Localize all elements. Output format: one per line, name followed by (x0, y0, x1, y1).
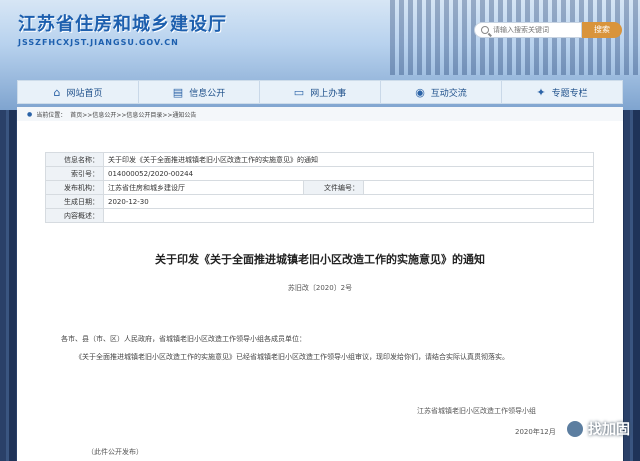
site-title[interactable]: 江苏省住房和城乡建设厅 (18, 10, 227, 36)
meta-summary-value (103, 208, 594, 223)
meta-fileno-value (363, 180, 594, 195)
document-number: 苏旧改〔2020〕2号 (287, 284, 353, 292)
document-title: 关于印发《关于全面推进城镇老旧小区改造工作的实施意见》的通知 (155, 253, 485, 266)
nav-label: 互动交流 (430, 88, 467, 99)
search-input[interactable] (493, 26, 573, 34)
content-area: 信息名称： 关于印发《关于全面推进城镇老旧小区改造工作的实施意见》的通知 索引号… (17, 121, 623, 461)
chat-icon: ◉ (415, 85, 425, 99)
watermark-text: 找加固 (588, 422, 630, 438)
nav-label: 网站首页 (66, 88, 103, 99)
document-body: 《关于全面推进城镇老旧小区改造工作的实施意见》已经省城镇老旧小区改造工作领导小组… (75, 353, 509, 361)
meta-label: 发布机构： (45, 180, 104, 195)
document-greeting: 各市、县（市、区）人民政府，省城镇老旧小区改造工作领导小组各成员单位： (61, 335, 306, 343)
document-signature: 江苏省城镇老旧小区改造工作领导小组 (417, 407, 536, 415)
site-url: JSSZFHCXJST.JIANGSU.GOV.CN (18, 38, 179, 47)
document-icon: ▤ (172, 85, 184, 99)
site-header: 江苏省住房和城乡建设厅 JSSZFHCXJST.JIANGSU.GOV.CN 搜… (0, 0, 640, 75)
nav-label: 信息公开 (189, 88, 226, 99)
meta-label: 文件编号： (303, 180, 364, 195)
nav-item-home[interactable]: ⌂ 网站首页 (18, 81, 139, 103)
meta-index-value: 014000052/2020-00244 (103, 166, 594, 181)
breadcrumb-prefix: 当前位置： (36, 111, 67, 119)
nav-item-topics[interactable]: ✦ 专题专栏 (502, 81, 622, 103)
meta-org-value: 江苏省住房和城乡建设厅 (103, 180, 304, 195)
monitor-icon: ▭ (293, 85, 305, 99)
meta-label: 信息名称： (45, 152, 104, 167)
main-nav: ⌂ 网站首页 ▤ 信息公开 ▭ 网上办事 ◉ 互动交流 ✦ 专题专栏 (17, 80, 623, 104)
breadcrumb-path[interactable]: 首页>>信息公开>>信息公开目录>>通知公告 (70, 110, 196, 119)
meta-label: 生成日期： (45, 194, 104, 209)
meta-label: 内容概述： (45, 208, 104, 223)
breadcrumb: ● 当前位置： 首页>>信息公开>>信息公开目录>>通知公告 (17, 107, 623, 121)
nav-label: 网上办事 (310, 88, 347, 99)
document-note: （此件公开发布） (87, 448, 143, 456)
nav-item-services[interactable]: ▭ 网上办事 (260, 81, 381, 103)
search-icon (481, 26, 489, 34)
nav-item-interaction[interactable]: ◉ 互动交流 (381, 81, 502, 103)
document-date: 2020年12月 (515, 428, 556, 436)
meta-label: 索引号： (45, 166, 104, 181)
watermark-logo-icon (565, 419, 585, 439)
home-icon: ⌂ (53, 85, 61, 99)
meta-table: 信息名称： 关于印发《关于全面推进城镇老旧小区改造工作的实施意见》的通知 索引号… (45, 152, 594, 223)
nav-label: 专题专栏 (551, 88, 588, 99)
location-icon: ● (27, 110, 33, 118)
search-button[interactable]: 搜索 (582, 22, 622, 38)
watermark: 找加固 (565, 416, 635, 442)
nav-item-info[interactable]: ▤ 信息公开 (139, 81, 260, 103)
search-box[interactable] (474, 22, 582, 38)
meta-date-value: 2020-12-30 (103, 194, 594, 209)
lightbulb-icon: ✦ (536, 85, 546, 99)
meta-name-value: 关于印发《关于全面推进城镇老旧小区改造工作的实施意见》的通知 (103, 152, 594, 167)
